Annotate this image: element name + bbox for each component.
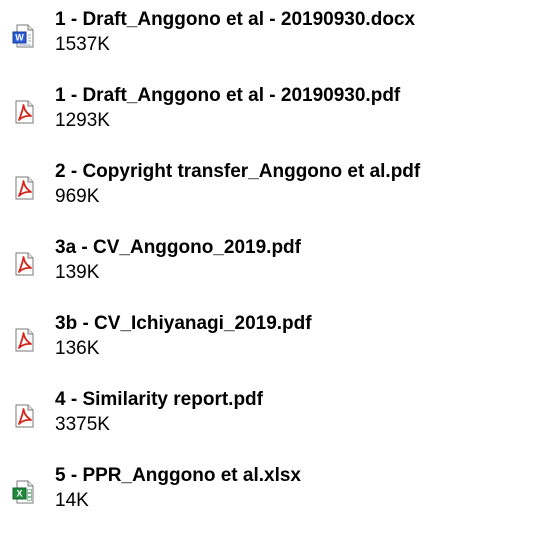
attachment-file-name[interactable]: 5 - PPR_Anggono et al.xlsx bbox=[55, 464, 301, 488]
pdf-document-icon[interactable] bbox=[11, 251, 37, 277]
attachment-item-pdf[interactable]: 3b - CV_Ichiyanagi_2019.pdf 136K bbox=[8, 312, 556, 372]
svg-text:X: X bbox=[16, 489, 22, 499]
attachment-item-pdf[interactable]: 4 - Similarity report.pdf 3375K bbox=[8, 388, 556, 448]
attachment-file-name[interactable]: 3b - CV_Ichiyanagi_2019.pdf bbox=[55, 312, 312, 336]
excel-spreadsheet-icon[interactable]: X bbox=[11, 479, 37, 505]
attachment-item-pdf[interactable]: 2 - Copyright transfer_Anggono et al.pdf… bbox=[8, 160, 556, 220]
attachment-file-size: 1293K bbox=[55, 110, 110, 131]
attachment-file-size: 1537K bbox=[55, 34, 110, 55]
attachment-file-name[interactable]: 1 - Draft_Anggono et al - 20190930.docx bbox=[55, 8, 415, 32]
attachment-file-name[interactable]: 1 - Draft_Anggono et al - 20190930.pdf bbox=[55, 84, 400, 108]
attachment-item-pdf[interactable]: 1 - Draft_Anggono et al - 20190930.pdf 1… bbox=[8, 84, 556, 144]
attachment-file-size: 14K bbox=[55, 490, 89, 511]
pdf-document-icon[interactable] bbox=[11, 99, 37, 125]
word-document-icon[interactable]: W bbox=[11, 23, 37, 49]
attachment-file-size: 139K bbox=[55, 262, 100, 283]
svg-text:W: W bbox=[15, 33, 24, 43]
attachment-file-name[interactable]: 2 - Copyright transfer_Anggono et al.pdf bbox=[55, 160, 420, 184]
attachment-item-pdf[interactable]: 3a - CV_Anggono_2019.pdf 139K bbox=[8, 236, 556, 296]
attachment-file-name[interactable]: 4 - Similarity report.pdf bbox=[55, 388, 263, 412]
pdf-document-icon[interactable] bbox=[11, 175, 37, 201]
attachment-item-excel[interactable]: X 5 - PPR_Anggono et al.xlsx 14K bbox=[8, 464, 556, 524]
attachment-file-size: 969K bbox=[55, 186, 100, 207]
pdf-document-icon[interactable] bbox=[11, 403, 37, 429]
attachment-file-name[interactable]: 3a - CV_Anggono_2019.pdf bbox=[55, 236, 301, 260]
pdf-document-icon[interactable] bbox=[11, 327, 37, 353]
attachment-list: W 1 - Draft_Anggono et al - 20190930.doc… bbox=[0, 0, 560, 539]
attachment-item-word[interactable]: W 1 - Draft_Anggono et al - 20190930.doc… bbox=[8, 8, 556, 68]
attachment-file-size: 3375K bbox=[55, 414, 110, 435]
attachment-file-size: 136K bbox=[55, 338, 100, 359]
